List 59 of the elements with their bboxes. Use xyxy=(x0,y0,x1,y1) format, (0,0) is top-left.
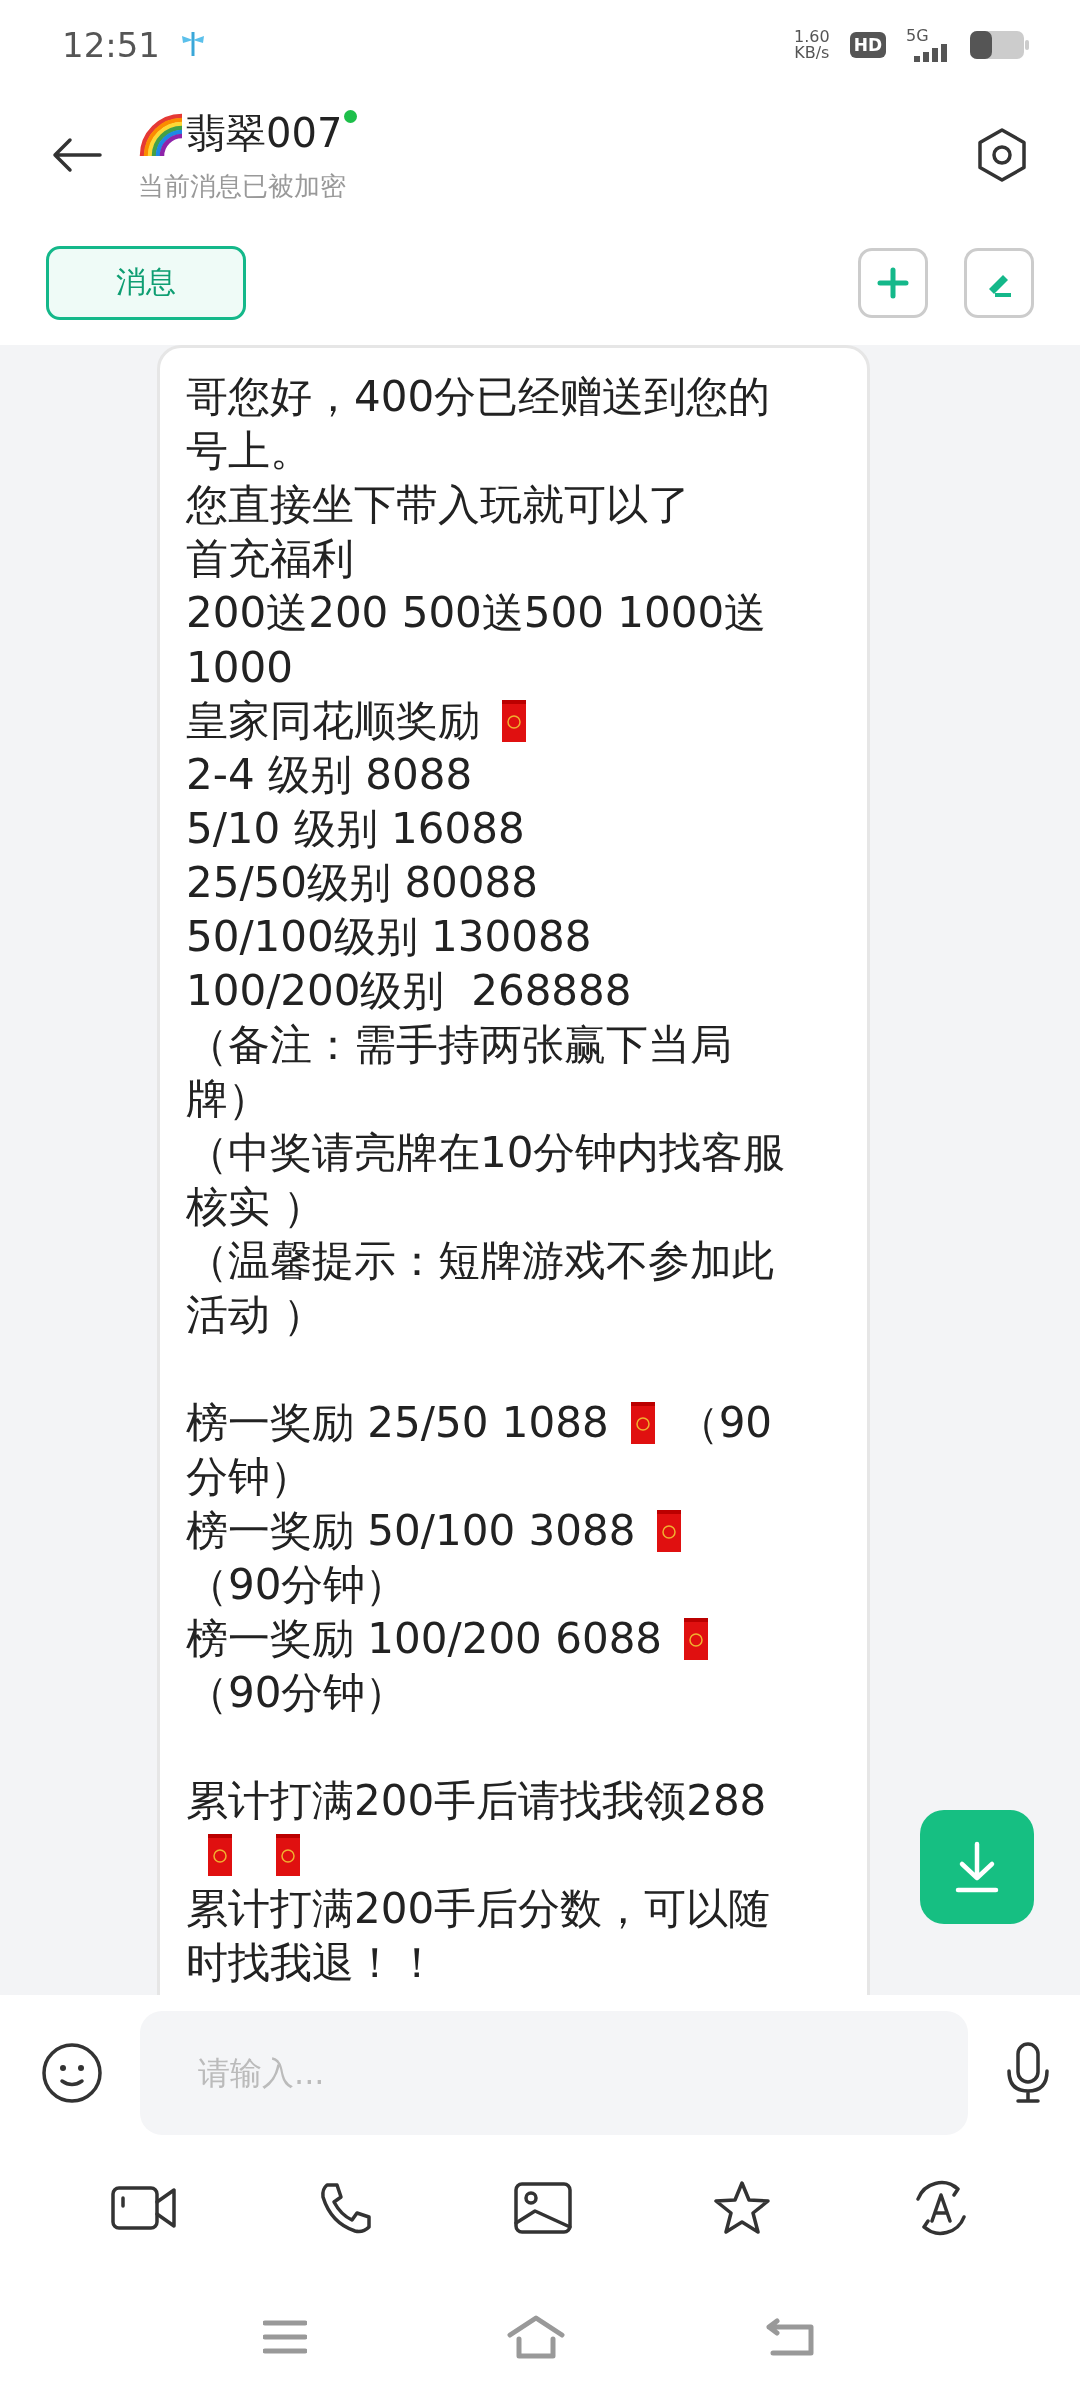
message-input-field[interactable]: 请输入... xyxy=(140,2010,968,2135)
message-text: 5/10 级别 16088 xyxy=(186,803,525,855)
rainbow-icon xyxy=(138,111,184,156)
video-call-button[interactable] xyxy=(110,2183,179,2232)
envelope-icon xyxy=(684,1618,709,1660)
message-text: 2-4 级别 8088 xyxy=(186,749,473,801)
message-text: 皇家同花顺奖励 xyxy=(186,695,480,747)
star-button[interactable] xyxy=(713,2179,772,2236)
envelope-icon xyxy=(502,700,526,742)
phone-button[interactable] xyxy=(318,2180,373,2235)
message-text: 首充福利 xyxy=(186,533,354,585)
microphone-button[interactable] xyxy=(1004,2040,1052,2105)
message-text: （中奖请亮牌在10分钟内找客服 xyxy=(186,1127,786,1179)
message-text: 哥您好，400分已经赠送到您的 xyxy=(186,371,771,423)
message-text: 累计打满200手后请找我领288 xyxy=(186,1775,767,1827)
message-text: 牌） xyxy=(186,1073,270,1125)
messages-tab[interactable]: 消息 xyxy=(46,245,246,320)
network-type: 5G xyxy=(906,28,929,44)
message-text: 累计打满200手后分数，可以随 xyxy=(186,1883,771,1935)
message-text: 50/100级别 130088 xyxy=(186,911,592,963)
add-button[interactable] xyxy=(858,247,928,318)
message-text: 100/200级别 268888 xyxy=(186,965,632,1017)
home-icon[interactable] xyxy=(507,2314,565,2359)
speed-unit: KB/s xyxy=(794,45,830,61)
envelope-icon xyxy=(276,1834,300,1876)
envelope-icon xyxy=(657,1510,682,1552)
back-button[interactable] xyxy=(52,137,102,173)
message-text: （温馨提示：短牌游戏不参加此 xyxy=(186,1235,774,1287)
plus-icon xyxy=(877,266,909,299)
message-text: 核实 ） xyxy=(186,1181,326,1233)
message-text: 榜一奖励 100/200 6088 xyxy=(186,1613,663,1665)
envelope-icon xyxy=(208,1834,232,1876)
back-icon[interactable] xyxy=(765,2316,817,2357)
encryption-note: 当前消息已被加密 xyxy=(138,170,347,203)
menu-icon[interactable] xyxy=(263,2318,307,2355)
message-text: 您直接坐下带入玩就可以了 xyxy=(186,479,690,531)
hd-badge: HD xyxy=(849,32,886,58)
message-text: 200送200 500送500 1000送 xyxy=(186,587,767,639)
message-text: 活动 ） xyxy=(186,1289,326,1341)
message-text: 25/50级别 80088 xyxy=(186,857,538,909)
message-text: （备注：需手持两张赢下当局 xyxy=(186,1019,732,1071)
status-time: 12:51 xyxy=(62,25,160,65)
emoji-button[interactable] xyxy=(40,2040,104,2105)
settings-button[interactable] xyxy=(976,127,1028,183)
message-text: （90 xyxy=(676,1397,773,1449)
message-text: 1000 xyxy=(186,642,293,692)
contact-name: 翡翠007 xyxy=(186,109,343,158)
battery-icon xyxy=(970,31,1030,59)
message-text: 分钟） xyxy=(186,1451,312,1503)
message-text: 号上。 xyxy=(186,425,312,477)
network-speed: 1.60 xyxy=(794,29,830,45)
image-button[interactable] xyxy=(512,2180,573,2235)
message-text: 时找我退！！ xyxy=(186,1937,438,1989)
message-text: （90分钟） xyxy=(186,1559,408,1611)
message-text: （90分钟） xyxy=(186,1667,408,1719)
message-text: 榜一奖励 25/50 1088 xyxy=(186,1397,609,1449)
edit-button[interactable] xyxy=(964,247,1034,318)
envelope-icon xyxy=(630,1402,655,1444)
message-text: 榜一奖励 50/100 3088 xyxy=(186,1505,636,1557)
